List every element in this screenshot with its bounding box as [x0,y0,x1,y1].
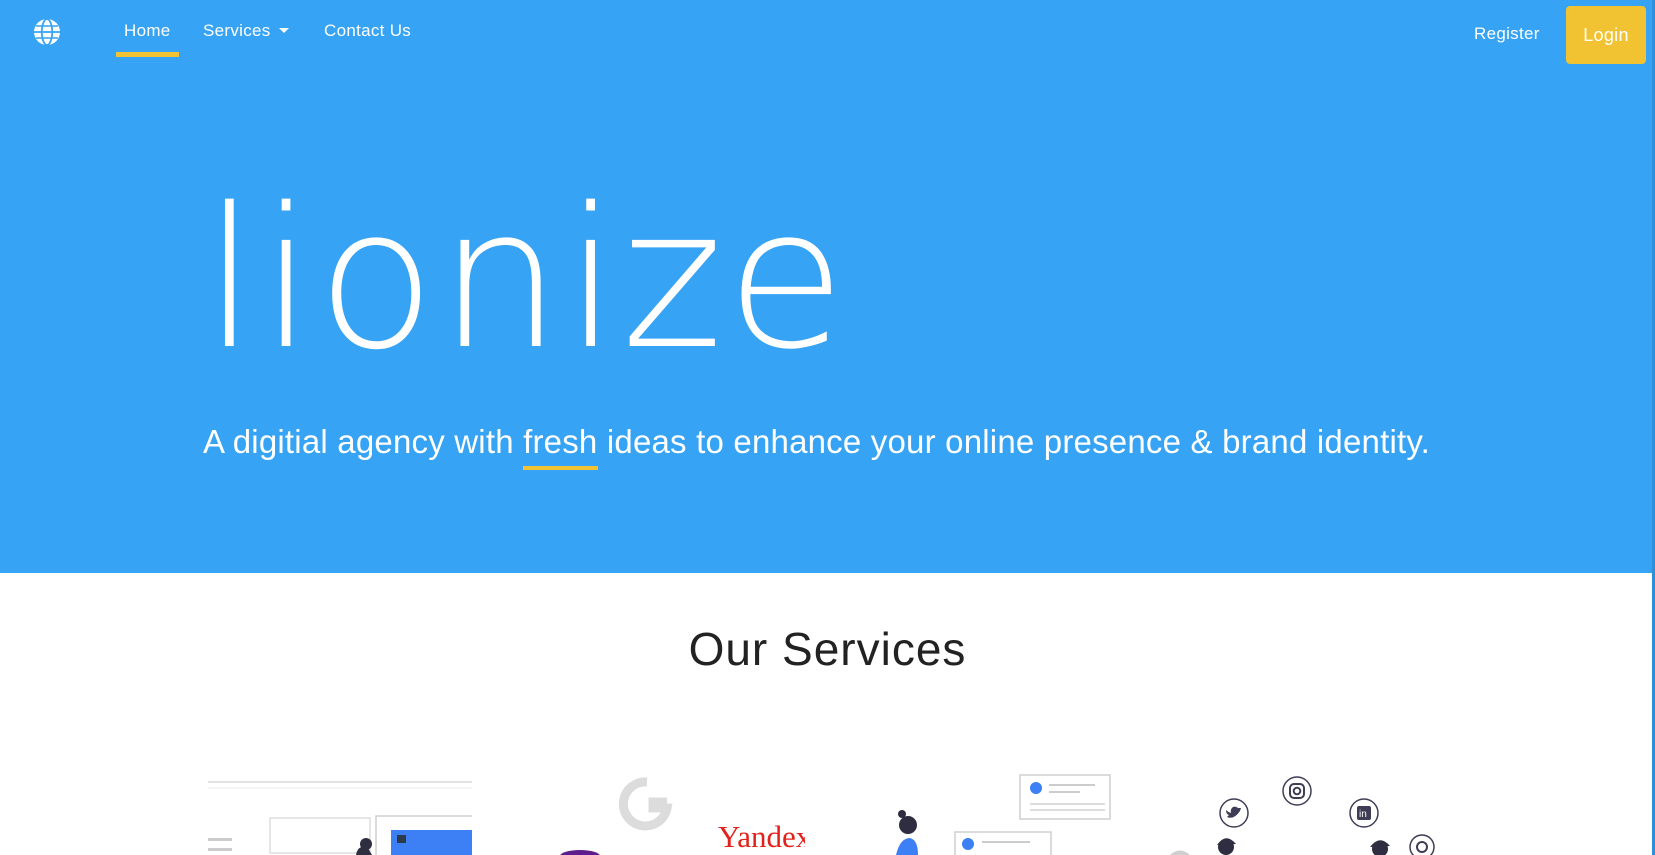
nav-services-label: Services [203,21,271,40]
social-media-illustration: in [1150,770,1435,855]
online-forms-illustration [880,770,1112,855]
svg-text:in: in [1359,809,1367,820]
nav-home-link[interactable]: Home [124,21,171,41]
pinterest-icon [1409,834,1435,855]
hero-tagline: A digitial agency with fresh ideas to en… [203,423,1430,470]
tagline-highlight: fresh [523,423,598,470]
brand-title: lionize [203,166,849,392]
yandex-logo-text: Yandex [718,819,805,854]
caret-down-icon [278,28,289,33]
globe-icon[interactable] [33,18,61,46]
web-design-illustration [208,770,472,855]
nav-active-indicator [116,52,179,57]
register-link[interactable]: Register [1474,24,1540,44]
hero-banner: Home Services Contact Us Register Login … [0,0,1655,573]
tagline-start: A digitial agency with [203,423,524,460]
nav-services-dropdown[interactable]: Services [203,21,289,41]
nav-contact-link[interactable]: Contact Us [324,21,411,41]
services-heading: Our Services [688,623,967,675]
login-button[interactable]: Login [1566,6,1646,64]
tagline-end: ideas to enhance your online presence & … [597,423,1430,460]
tagline-highlight-text: fresh [523,423,598,460]
instagram-icon [1282,776,1312,806]
highlight-underline [523,466,598,470]
search-engines-illustration: Yandex [545,770,805,855]
linkedin-icon: in [1349,798,1379,828]
twitter-icon [1219,798,1249,828]
